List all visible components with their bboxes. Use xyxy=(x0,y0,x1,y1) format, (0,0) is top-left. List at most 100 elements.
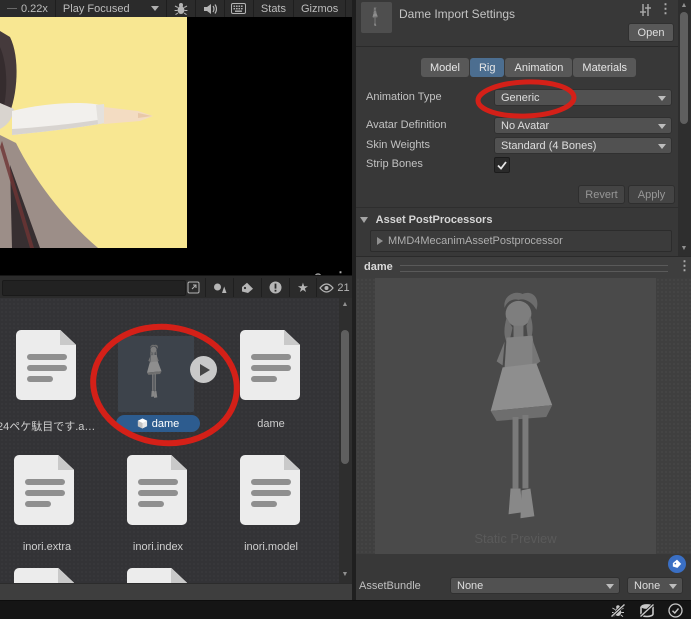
preview-header[interactable]: dame ⋮ xyxy=(356,256,691,280)
project-toolbar: ★ 21 xyxy=(0,275,352,300)
postprocessor-item[interactable]: MMD4MecanimAssetPostprocessor xyxy=(370,230,672,252)
game-view[interactable]: ⋮ xyxy=(0,17,352,286)
tab-rig[interactable]: Rig xyxy=(469,58,505,77)
asset-name[interactable]: inori.model xyxy=(221,541,321,553)
assetbundle-label: AssetBundle xyxy=(359,580,421,592)
foldout-open-icon xyxy=(360,217,368,223)
preview-stage[interactable]: Static Preview xyxy=(375,278,656,554)
play-icon xyxy=(200,363,210,376)
tag-icon xyxy=(672,559,682,568)
asset-name[interactable]: 24ペケ駄目です.an... xyxy=(0,418,97,434)
scale-value: 0.22x xyxy=(21,2,48,15)
assetlabels-button[interactable] xyxy=(668,555,686,573)
asset-play-button[interactable] xyxy=(190,356,217,383)
inspector-menu-icon[interactable]: ⋮ xyxy=(659,2,672,15)
presets-icon[interactable] xyxy=(639,4,652,16)
selected-asset-name: dame xyxy=(151,417,180,430)
scale-indicator[interactable]: 0.22x xyxy=(0,0,56,17)
asset-name[interactable]: inori.index xyxy=(108,541,208,553)
open-in-new-window-button[interactable] xyxy=(184,278,202,297)
scroll-up-icon[interactable]: ▲ xyxy=(678,1,690,11)
asset-doc-icon[interactable] xyxy=(14,568,74,583)
static-preview-watermark: Static Preview xyxy=(474,531,557,546)
tab-model[interactable]: Model xyxy=(421,58,469,77)
tab-materials[interactable]: Materials xyxy=(573,58,637,77)
cache-server-disabled-icon[interactable] xyxy=(639,602,655,618)
game-view-render xyxy=(0,17,187,248)
play-mode-label: Play Focused xyxy=(62,2,130,15)
foldout-closed-icon xyxy=(377,237,383,245)
assetbundle-dropdown[interactable]: None xyxy=(450,577,620,594)
preview-title: dame xyxy=(364,261,393,273)
open-button[interactable]: Open xyxy=(628,23,674,42)
skin-weights-dropdown[interactable]: Standard (4 Bones) xyxy=(494,137,672,154)
strip-bones-checkbox[interactable] xyxy=(494,157,510,173)
open-in-new-window-icon xyxy=(187,281,199,294)
apply-button[interactable]: Apply xyxy=(628,185,675,204)
scroll-up-icon[interactable]: ▲ xyxy=(339,300,351,310)
speaker-icon xyxy=(203,3,217,14)
bug-button[interactable] xyxy=(167,0,196,17)
visibility-toggle[interactable]: 21 xyxy=(317,278,352,297)
scale-slider-track[interactable] xyxy=(7,8,17,9)
asset-doc-icon[interactable] xyxy=(127,568,187,583)
inspector-title: Dame Import Settings xyxy=(399,7,516,21)
mute-audio-button[interactable] xyxy=(196,0,225,17)
project-bottom-bar xyxy=(0,583,352,601)
project-scrollbar[interactable]: ▲ ▼ xyxy=(339,298,352,583)
import-settings-tabs: Model Rig Animation Materials xyxy=(421,58,637,77)
filter-by-label-button[interactable] xyxy=(234,278,261,297)
skin-weights-label: Skin Weights xyxy=(366,139,430,151)
scrollbar-thumb[interactable] xyxy=(680,12,688,124)
visibility-count: 21 xyxy=(337,281,350,294)
bug-icon xyxy=(174,3,188,15)
check-icon xyxy=(497,160,507,170)
scroll-down-icon[interactable]: ▼ xyxy=(339,570,351,580)
asset-model-thumbnail[interactable] xyxy=(118,336,194,412)
avatar-definition-dropdown[interactable]: No Avatar xyxy=(494,117,672,134)
stats-button[interactable]: Stats xyxy=(254,0,294,17)
filter-by-type-icon xyxy=(213,283,226,293)
assetbundle-variant-dropdown[interactable]: None xyxy=(627,577,683,594)
scrollbar-thumb[interactable] xyxy=(341,330,349,464)
avatar-definition-label: Avatar Definition xyxy=(366,119,447,131)
preview-drag-handle[interactable] xyxy=(400,265,668,272)
filter-importance-button[interactable] xyxy=(262,278,289,297)
game-view-toolbar: 0.22x Play Focused Stats Gizmos xyxy=(0,0,352,18)
stats-label: Stats xyxy=(260,2,286,15)
preview-menu-icon[interactable]: ⋮ xyxy=(678,259,691,272)
inspector-scrollbar[interactable]: ▲ ▼ xyxy=(678,0,691,256)
animation-type-dropdown[interactable]: Generic xyxy=(494,89,672,106)
asset-doc-icon[interactable] xyxy=(16,330,76,400)
asset-name[interactable]: inori.extra xyxy=(0,541,97,553)
keyboard-shortcuts-button[interactable] xyxy=(225,0,254,17)
asset-doc-icon[interactable] xyxy=(14,455,74,525)
inspector-panel: Dame Import Settings ⋮ Open Model Rig An… xyxy=(356,0,691,600)
filter-by-type-button[interactable] xyxy=(206,278,233,297)
search-input[interactable] xyxy=(2,280,186,296)
revert-button[interactable]: Revert xyxy=(578,185,625,204)
status-bar xyxy=(0,600,691,619)
inspector-header: Dame Import Settings ⋮ Open xyxy=(356,0,678,47)
project-asset-grid[interactable]: 24ペケ駄目です.an... dame dame inori.extra ino… xyxy=(0,298,352,583)
strip-bones-label: Strip Bones xyxy=(366,158,423,170)
favorites-button[interactable]: ★ xyxy=(290,278,316,297)
selected-asset-label[interactable]: dame xyxy=(116,415,200,432)
eye-icon xyxy=(319,282,335,293)
asset-doc-icon[interactable] xyxy=(127,455,187,525)
debugger-disabled-icon[interactable] xyxy=(610,602,626,618)
assetbundle-section: AssetBundle None None xyxy=(356,554,691,600)
animation-type-label: Animation Type xyxy=(366,91,442,103)
asset-doc-icon[interactable] xyxy=(240,455,300,525)
gizmos-label: Gizmos xyxy=(301,2,339,15)
tab-animation[interactable]: Animation xyxy=(505,58,573,77)
postprocessors-foldout[interactable]: Asset PostProcessors xyxy=(360,214,492,226)
asset-doc-icon[interactable] xyxy=(240,330,300,400)
preview-area[interactable]: Static Preview xyxy=(356,278,691,554)
gizmos-dropdown[interactable]: Gizmos xyxy=(294,0,347,17)
model-preview-render xyxy=(459,288,574,546)
asset-name[interactable]: dame xyxy=(221,418,321,430)
progress-ok-icon[interactable] xyxy=(668,602,683,618)
scroll-down-icon[interactable]: ▼ xyxy=(678,244,690,254)
play-mode-dropdown[interactable]: Play Focused xyxy=(56,0,167,17)
